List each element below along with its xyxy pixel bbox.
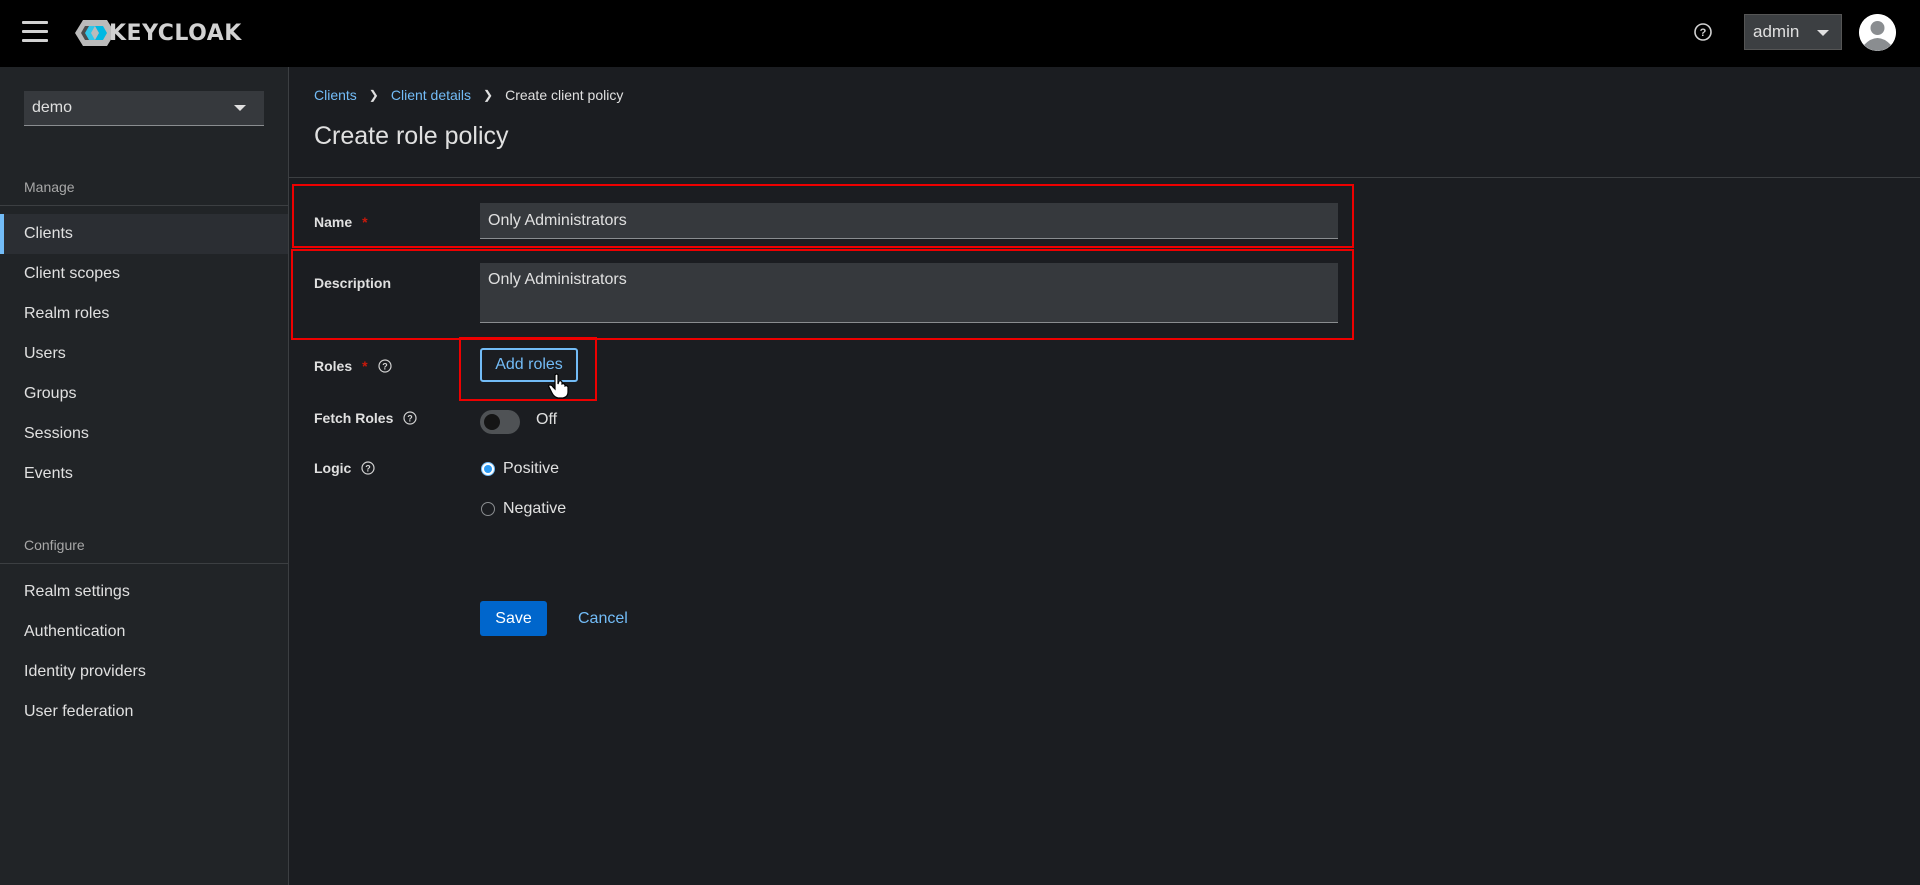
- help-icon[interactable]: ?: [403, 411, 417, 425]
- svg-text:?: ?: [1700, 27, 1707, 39]
- name-label-text: Name: [314, 214, 353, 230]
- help-icon[interactable]: ?: [361, 461, 375, 475]
- sidebar-item-events[interactable]: Events: [0, 454, 288, 494]
- sidebar-item-user-federation[interactable]: User federation: [0, 692, 288, 732]
- help-icon[interactable]: ?: [1693, 22, 1713, 42]
- breadcrumb-client-details[interactable]: Client details: [391, 87, 471, 103]
- required-marker: *: [362, 214, 368, 230]
- avatar[interactable]: [1859, 14, 1896, 51]
- svg-text:?: ?: [366, 464, 372, 474]
- sidebar-item-realm-settings[interactable]: Realm settings: [0, 572, 288, 612]
- sidebar-item-clients[interactable]: Clients: [0, 214, 288, 254]
- breadcrumb: Clients ❯ Client details ❯ Create client…: [314, 87, 623, 103]
- sidebar-item-authentication[interactable]: Authentication: [0, 612, 288, 652]
- svg-text:?: ?: [382, 362, 388, 372]
- name-label: Name *: [314, 214, 368, 230]
- hand-cursor-icon: [548, 373, 569, 399]
- sidebar-item-sessions[interactable]: Sessions: [0, 414, 288, 454]
- menu-icon[interactable]: [22, 21, 48, 45]
- description-label: Description: [314, 275, 391, 291]
- sidebar-item-realm-roles[interactable]: Realm roles: [0, 294, 288, 334]
- roles-label-text: Roles: [314, 358, 353, 374]
- breadcrumb-current: Create client policy: [505, 87, 624, 103]
- fetch-roles-toggle[interactable]: [480, 410, 520, 434]
- manage-section-title: Manage: [24, 179, 75, 195]
- brand-name: KEYCLOAK: [109, 20, 242, 46]
- svg-text:?: ?: [408, 414, 414, 424]
- realm-selector-label: demo: [32, 99, 73, 116]
- toggle-knob: [484, 414, 500, 430]
- divider: [0, 205, 288, 206]
- avatar-icon: [1859, 14, 1896, 51]
- logic-label: Logic ?: [314, 460, 375, 476]
- divider: [289, 177, 1920, 178]
- chevron-right-icon: ❯: [483, 88, 494, 102]
- caret-down-icon: [1817, 30, 1829, 36]
- description-label-text: Description: [314, 275, 392, 291]
- user-menu-label: admin: [1753, 22, 1800, 41]
- fetch-roles-label: Fetch Roles ?: [314, 410, 417, 426]
- help-icon[interactable]: ?: [377, 359, 392, 373]
- fetch-roles-label-text: Fetch Roles: [314, 410, 394, 426]
- sidebar-item-identity-providers[interactable]: Identity providers: [0, 652, 288, 692]
- logic-negative-label[interactable]: Negative: [503, 500, 566, 518]
- name-input[interactable]: [480, 203, 1338, 239]
- brand-logo[interactable]: KEYCLOAK: [75, 18, 242, 48]
- required-marker: *: [362, 358, 368, 374]
- sidebar-item-groups[interactable]: Groups: [0, 374, 288, 414]
- logic-negative-radio[interactable]: [481, 502, 495, 516]
- breadcrumb-clients[interactable]: Clients: [314, 87, 357, 103]
- description-textarea[interactable]: Only Administrators: [480, 263, 1338, 323]
- save-button[interactable]: Save: [480, 601, 547, 636]
- logic-label-text: Logic: [314, 460, 352, 476]
- configure-section-title: Configure: [24, 537, 85, 553]
- user-menu-dropdown[interactable]: admin: [1744, 14, 1842, 50]
- chevron-right-icon: ❯: [368, 88, 379, 102]
- roles-label: Roles * ?: [314, 358, 392, 374]
- caret-down-icon: [234, 105, 246, 111]
- fetch-roles-state: Off: [536, 411, 558, 428]
- sidebar-item-client-scopes[interactable]: Client scopes: [0, 254, 288, 294]
- masthead: KEYCLOAK ? admin: [0, 0, 1920, 67]
- sidebar: demo Manage Clients Client scopes Realm …: [0, 67, 289, 885]
- realm-selector[interactable]: demo: [24, 91, 264, 126]
- page-title: Create role policy: [314, 122, 509, 150]
- logic-positive-radio[interactable]: [481, 462, 495, 476]
- cancel-button[interactable]: Cancel: [572, 601, 634, 636]
- sidebar-item-users[interactable]: Users: [0, 334, 288, 374]
- divider: [0, 563, 288, 564]
- logic-positive-label[interactable]: Positive: [503, 460, 559, 478]
